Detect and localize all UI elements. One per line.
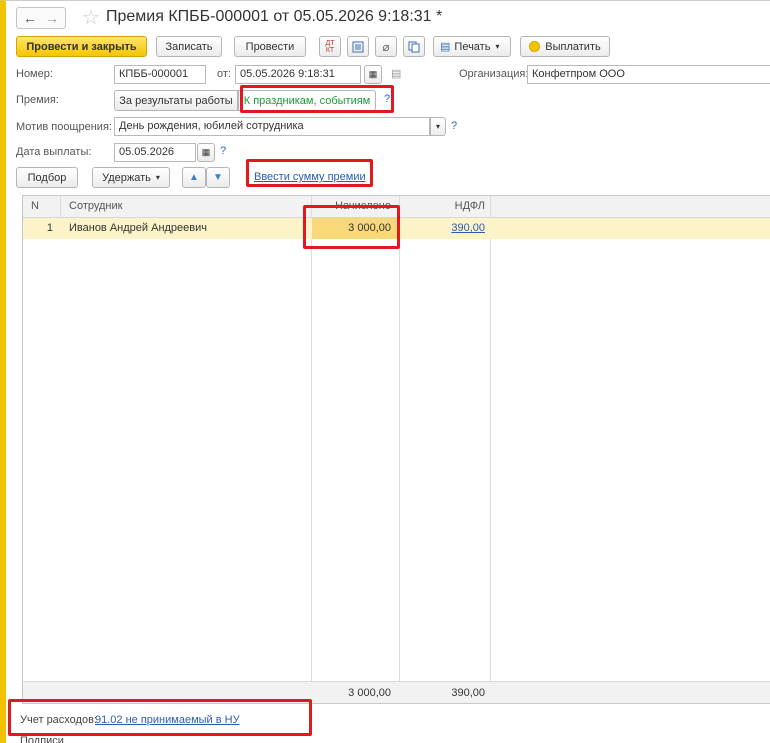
- post-button[interactable]: Провести: [234, 36, 306, 57]
- chevron-down-icon: ▾: [495, 42, 500, 51]
- row-number: 1: [46, 222, 53, 234]
- column-header-n: N: [31, 200, 39, 212]
- favorite-star-icon[interactable]: ☆: [82, 5, 100, 30]
- attachment-icon[interactable]: ⌀: [375, 36, 397, 57]
- motive-help-icon[interactable]: ?: [451, 120, 457, 132]
- organization-label: Организация:: [459, 68, 529, 80]
- motive-label: Мотив поощрения:: [16, 121, 112, 133]
- pay-date-label: Дата выплаты:: [16, 146, 92, 158]
- row-employee[interactable]: Иванов Андрей Андреевич: [69, 222, 207, 234]
- save-button[interactable]: Записать: [156, 36, 222, 57]
- forward-arrow-icon[interactable]: →: [45, 10, 59, 26]
- calendar-icon[interactable]: ▦: [364, 65, 382, 84]
- withhold-button[interactable]: Удержать ▾: [92, 167, 170, 188]
- date-field[interactable]: 05.05.2026 9:18:31: [235, 65, 361, 84]
- highlight-box-bonus-type: [240, 85, 394, 113]
- dropdown-arrow-icon[interactable]: ▾: [430, 117, 446, 136]
- select-button[interactable]: Подбор: [16, 167, 78, 188]
- print-button[interactable]: ▤ Печать ▾: [433, 36, 511, 57]
- pay-date-help-icon[interactable]: ?: [220, 145, 226, 157]
- history-icon[interactable]: ▤: [391, 67, 401, 80]
- related-docs-icon[interactable]: [403, 36, 425, 57]
- bonus-option-results[interactable]: За результаты работы: [114, 90, 238, 111]
- organization-field[interactable]: Конфетпром ООО: [527, 65, 770, 84]
- column-header-ndfl: НДФЛ: [454, 200, 485, 212]
- pay-button[interactable]: Выплатить: [520, 36, 610, 57]
- highlight-box-accrued: [303, 205, 400, 249]
- move-up-icon[interactable]: ▲: [182, 167, 206, 188]
- withhold-label: Удержать: [102, 171, 151, 184]
- from-label: от:: [217, 68, 231, 80]
- move-down-icon[interactable]: ▼: [206, 167, 230, 188]
- motive-field[interactable]: День рождения, юбилей сотрудника: [114, 117, 430, 136]
- pay-label: Выплатить: [545, 40, 601, 53]
- coin-icon: [529, 41, 541, 52]
- column-header-employee: Сотрудник: [69, 200, 123, 212]
- row-ndfl-link[interactable]: 390,00: [423, 222, 485, 234]
- printer-icon: ▤: [440, 41, 451, 53]
- nav-buttons: ← →: [16, 7, 66, 29]
- print-label: Печать: [454, 40, 491, 53]
- total-ndfl: 390,00: [451, 687, 485, 699]
- number-label: Номер:: [16, 68, 53, 80]
- column-divider: [490, 196, 491, 703]
- bonus-label: Премия:: [16, 94, 59, 106]
- report-list-icon[interactable]: [347, 36, 369, 57]
- document-window: ← → ☆ Премия КПББ-000001 от 05.05.2026 9…: [0, 0, 770, 743]
- post-and-close-button[interactable]: Провести и закрыть: [16, 36, 147, 57]
- employees-table: N Сотрудник Начислено НДФЛ 1 Иванов Андр…: [22, 195, 770, 704]
- number-field[interactable]: КПББ-000001: [114, 65, 206, 84]
- column-divider: [399, 196, 400, 703]
- total-accrued: 3 000,00: [348, 687, 391, 699]
- back-arrow-icon[interactable]: ←: [23, 10, 37, 26]
- pay-date-field[interactable]: 05.05.2026: [114, 143, 196, 162]
- highlight-box-expense: [8, 699, 312, 736]
- highlight-box-enter-sum: [246, 159, 373, 187]
- chevron-down-icon: ▾: [155, 173, 160, 182]
- dt-kt-icon[interactable]: ДТ КТ: [319, 36, 341, 57]
- page-title: Премия КПББ-000001 от 05.05.2026 9:18:31…: [106, 8, 443, 25]
- pay-date-calendar-icon[interactable]: ▦: [197, 143, 215, 162]
- column-divider: [311, 196, 312, 703]
- signatures-label: Подписи: [20, 735, 64, 743]
